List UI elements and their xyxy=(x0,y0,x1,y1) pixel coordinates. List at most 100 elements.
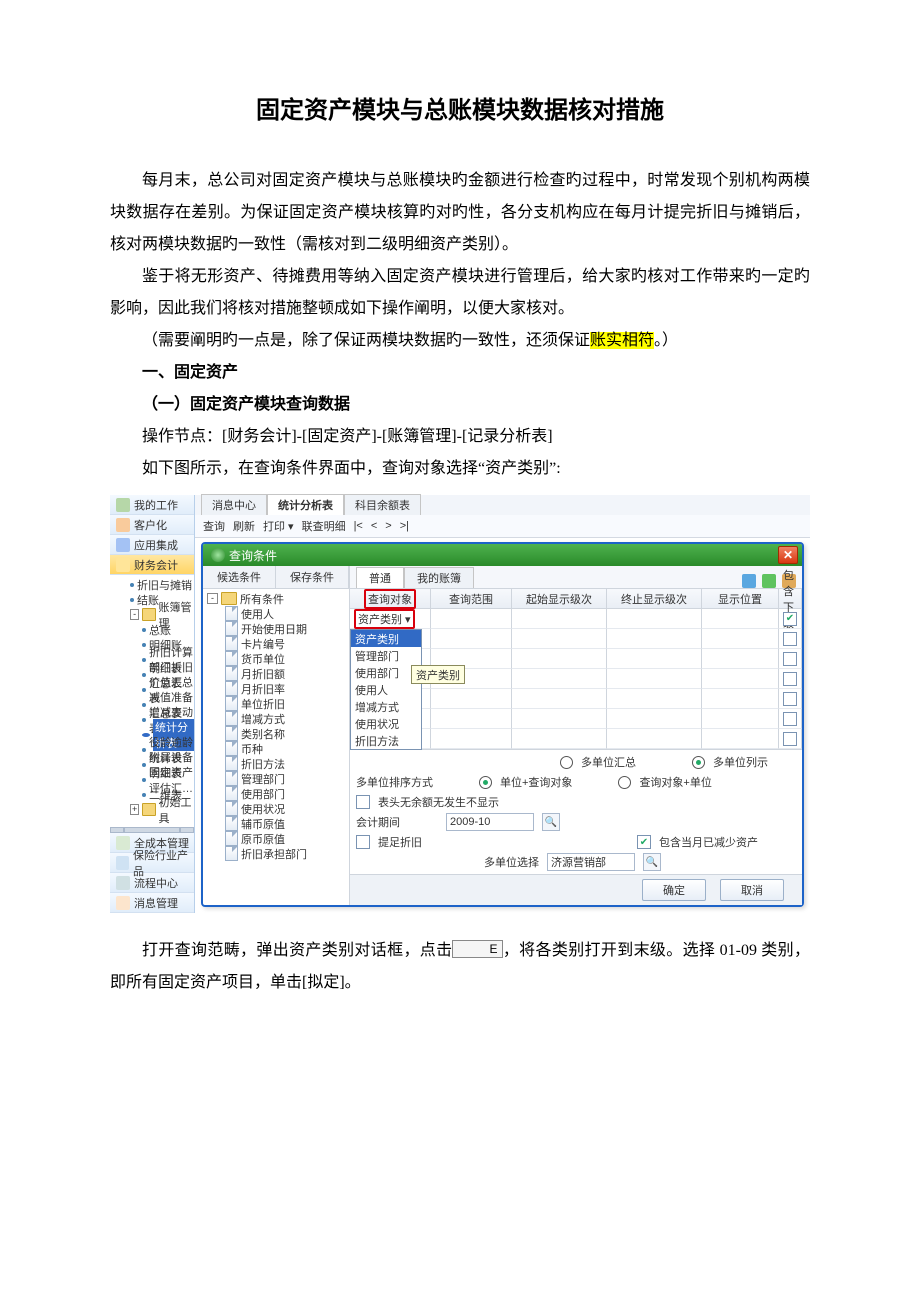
cond-item[interactable]: 货币单位 xyxy=(205,651,349,666)
ok-button[interactable]: 确定 xyxy=(642,879,706,901)
period-lookup-icon[interactable]: 🔍 xyxy=(542,813,560,831)
cond-item[interactable]: 币种 xyxy=(205,741,349,756)
grid-cell[interactable] xyxy=(431,709,512,729)
grid-cell[interactable] xyxy=(702,629,779,649)
include-sub-check[interactable] xyxy=(783,692,797,706)
grid-cell[interactable] xyxy=(702,709,779,729)
cond-item[interactable]: 使用部门 xyxy=(205,786,349,801)
sidebar-section-1[interactable]: 客户化 xyxy=(110,515,194,535)
radio-unit-sum[interactable] xyxy=(560,756,573,769)
toolbar-item-0[interactable]: 查询 xyxy=(203,518,225,534)
save-icon[interactable] xyxy=(742,574,756,588)
chk-nozero[interactable] xyxy=(356,795,370,809)
toolbar-item-7[interactable]: >| xyxy=(400,520,409,532)
cond-tab-candidate[interactable]: 候选条件 xyxy=(203,566,276,588)
grid-cell[interactable] xyxy=(512,689,607,709)
tree-node[interactable]: 固定资产评估汇… xyxy=(114,772,194,787)
grid-cell[interactable] xyxy=(607,629,702,649)
grid-cell[interactable] xyxy=(431,689,512,709)
selected-object-cell[interactable]: 资产类别 ▾ xyxy=(354,609,415,629)
include-sub-check-1[interactable]: ✔ xyxy=(783,612,797,626)
main-tab-1[interactable]: 统计分析表 xyxy=(267,494,344,515)
grid-cell[interactable] xyxy=(702,689,779,709)
cond-item[interactable]: 卡片编号 xyxy=(205,636,349,651)
right-tab-mybook[interactable]: 我的账簿 xyxy=(404,567,474,588)
include-sub-check[interactable] xyxy=(783,672,797,686)
tree-node[interactable]: 折旧与摊销 xyxy=(114,577,194,592)
tree-node[interactable]: +初始工具 xyxy=(114,802,194,817)
dd-option[interactable]: 增减方式 xyxy=(351,698,421,715)
radio-sort-2[interactable] xyxy=(618,776,631,789)
include-sub-check[interactable] xyxy=(783,732,797,746)
chk-depr[interactable] xyxy=(356,835,370,849)
dd-option[interactable]: 使用状况 xyxy=(351,715,421,732)
sidebar-section-3[interactable]: 财务会计 xyxy=(110,555,194,575)
grid-cell[interactable] xyxy=(431,629,512,649)
main-tab-0[interactable]: 消息中心 xyxy=(201,494,267,515)
expand-toggle-icon[interactable]: - xyxy=(130,609,139,620)
grid-cell[interactable] xyxy=(702,669,779,689)
cond-item[interactable]: 使用状况 xyxy=(205,801,349,816)
grid-cell[interactable] xyxy=(702,729,779,749)
include-sub-check[interactable] xyxy=(783,712,797,726)
chk-incdec[interactable]: ✔ xyxy=(637,835,651,849)
grid-cell[interactable] xyxy=(607,669,702,689)
grid-cell[interactable] xyxy=(607,689,702,709)
toolbar-item-3[interactable]: 联查明细 xyxy=(302,518,346,534)
grid-cell[interactable] xyxy=(607,649,702,669)
grid-cell[interactable] xyxy=(431,729,512,749)
grid-cell[interactable] xyxy=(512,649,607,669)
cond-root[interactable]: -所有条件 xyxy=(205,591,349,606)
toolbar-item-1[interactable]: 刷新 xyxy=(233,518,255,534)
cond-tab-saved[interactable]: 保存条件 xyxy=(276,566,349,588)
dialog-titlebar[interactable]: 查询条件 ✕ xyxy=(203,544,802,566)
grid-cell[interactable] xyxy=(702,649,779,669)
toolbar-item-6[interactable]: > xyxy=(385,520,391,532)
main-tab-2[interactable]: 科目余额表 xyxy=(344,494,421,515)
object-dropdown[interactable]: 资产类别管理部门资产类别使用部门使用人增减方式使用状况折旧方法 xyxy=(350,629,422,750)
cond-item[interactable]: 开始使用日期 xyxy=(205,621,349,636)
sidebar-bottom-3[interactable]: 消息管理 xyxy=(110,893,194,913)
grid-cell[interactable] xyxy=(512,629,607,649)
cond-item[interactable]: 折旧承担部门 xyxy=(205,846,349,861)
dd-option[interactable]: 管理部门资产类别 xyxy=(351,647,421,664)
grid-cell[interactable] xyxy=(607,729,702,749)
right-tab-general[interactable]: 普通 xyxy=(356,567,404,588)
include-sub-check[interactable] xyxy=(783,652,797,666)
cell-end[interactable] xyxy=(607,609,702,629)
sidebar-tree[interactable]: 折旧与摊销结账-账簿管理总账明细账折旧计算明细表部门折旧汇总表价值汇总表减值准备… xyxy=(110,575,194,827)
cond-item[interactable]: 原币原值 xyxy=(205,831,349,846)
grid-cell[interactable] xyxy=(607,709,702,729)
period-input[interactable]: 2009-10 xyxy=(446,813,534,831)
cell-start[interactable] xyxy=(512,609,607,629)
toolbar-item-4[interactable]: |< xyxy=(354,520,363,532)
grid-cell[interactable] xyxy=(512,729,607,749)
radio-unit-list[interactable] xyxy=(692,756,705,769)
tree-node[interactable]: -账簿管理 xyxy=(114,607,194,622)
grid-cell[interactable] xyxy=(512,709,607,729)
expand-toggle-icon[interactable]: + xyxy=(130,804,139,815)
cond-item[interactable]: 折旧方法 xyxy=(205,756,349,771)
cond-item[interactable]: 类别名称 xyxy=(205,726,349,741)
cond-item[interactable]: 管理部门 xyxy=(205,771,349,786)
close-icon[interactable]: ✕ xyxy=(778,546,798,564)
dd-option[interactable]: 资产类别 xyxy=(351,630,421,647)
cond-item[interactable]: 单位折旧 xyxy=(205,696,349,711)
grid-cell[interactable] xyxy=(512,669,607,689)
sidebar-section-2[interactable]: 应用集成 xyxy=(110,535,194,555)
sidebar-bottom-1[interactable]: 保险行业产品 xyxy=(110,853,194,873)
cell-range[interactable] xyxy=(431,609,512,629)
include-sub-check[interactable] xyxy=(783,632,797,646)
cond-item[interactable]: 辅币原值 xyxy=(205,816,349,831)
cond-item[interactable]: 月折旧率 xyxy=(205,681,349,696)
toolbar-item-2[interactable]: 打印 ▾ xyxy=(263,518,294,534)
cancel-button[interactable]: 取消 xyxy=(720,879,784,901)
refresh-icon[interactable] xyxy=(762,574,776,588)
cond-item[interactable]: 使用人 xyxy=(205,606,349,621)
unit-lookup-icon[interactable]: 🔍 xyxy=(643,853,661,871)
dd-option[interactable]: 折旧方法 xyxy=(351,732,421,749)
cond-item[interactable]: 增减方式 xyxy=(205,711,349,726)
sidebar-section-0[interactable]: 我的工作 xyxy=(110,495,194,515)
toolbar-item-5[interactable]: < xyxy=(371,520,377,532)
radio-sort-1[interactable] xyxy=(479,776,492,789)
